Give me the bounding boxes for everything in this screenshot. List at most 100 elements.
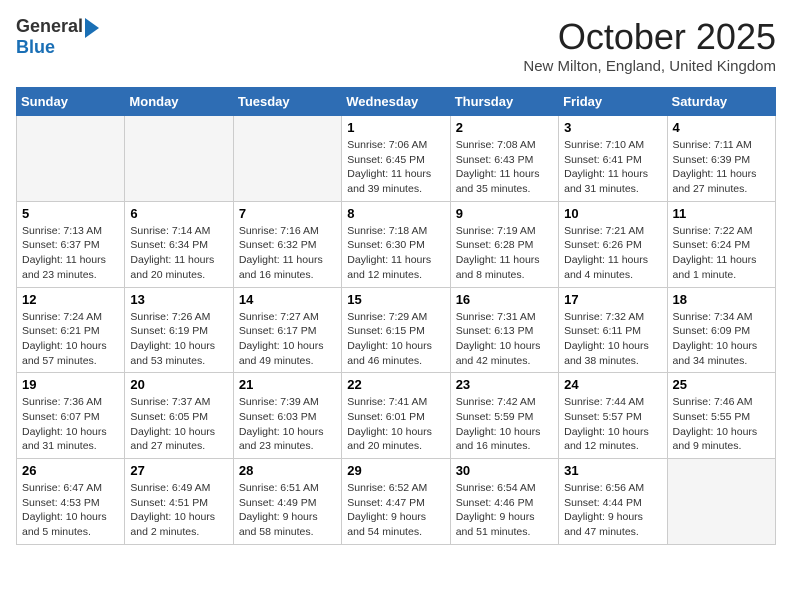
day-info: Sunrise: 7:46 AM Sunset: 5:55 PM Dayligh… [673,395,770,454]
calendar-cell [667,459,775,545]
logo: General Blue [16,16,99,58]
calendar-table: SundayMondayTuesdayWednesdayThursdayFrid… [16,87,776,545]
calendar-cell: 22 Sunrise: 7:41 AM Sunset: 6:01 PM Dayli… [342,373,450,459]
calendar-week-row: 5 Sunrise: 7:13 AM Sunset: 6:37 PM Daylig… [17,201,776,287]
location: New Milton, England, United Kingdom [523,58,776,75]
day-info: Sunrise: 7:41 AM Sunset: 6:01 PM Dayligh… [347,395,444,454]
calendar-cell: 30 Sunrise: 6:54 AM Sunset: 4:46 PM Dayli… [450,459,558,545]
day-number: 29 [347,463,444,478]
calendar-cell: 14 Sunrise: 7:27 AM Sunset: 6:17 PM Dayli… [233,287,341,373]
calendar-cell: 25 Sunrise: 7:46 AM Sunset: 5:55 PM Dayli… [667,373,775,459]
day-number: 6 [130,206,227,221]
calendar-cell: 17 Sunrise: 7:32 AM Sunset: 6:11 PM Dayli… [559,287,667,373]
calendar-cell: 1 Sunrise: 7:06 AM Sunset: 6:45 PM Daylig… [342,116,450,202]
calendar-cell: 26 Sunrise: 6:47 AM Sunset: 4:53 PM Dayli… [17,459,125,545]
day-number: 3 [564,120,661,135]
month-title: October 2025 [523,16,776,58]
day-number: 4 [673,120,770,135]
day-info: Sunrise: 7:27 AM Sunset: 6:17 PM Dayligh… [239,310,336,369]
calendar-cell: 18Sunrise: 7:34 AM Sunset: 6:09 PM Dayli… [667,287,775,373]
day-info: Sunrise: 7:13 AM Sunset: 6:37 PM Dayligh… [22,224,119,283]
day-number: 25 [673,377,770,392]
day-info: Sunrise: 7:36 AM Sunset: 6:07 PM Dayligh… [22,395,119,454]
day-info: Sunrise: 7:11 AM Sunset: 6:39 PM Dayligh… [673,138,770,197]
day-info: Sunrise: 7:44 AM Sunset: 5:57 PM Dayligh… [564,395,661,454]
day-info: Sunrise: 7:16 AM Sunset: 6:32 PM Dayligh… [239,224,336,283]
calendar-week-row: 12Sunrise: 7:24 AM Sunset: 6:21 PM Dayli… [17,287,776,373]
calendar-header-row: SundayMondayTuesdayWednesdayThursdayFrid… [17,88,776,116]
day-info: Sunrise: 7:37 AM Sunset: 6:05 PM Dayligh… [130,395,227,454]
day-info: Sunrise: 6:56 AM Sunset: 4:44 PM Dayligh… [564,481,661,540]
day-info: Sunrise: 7:32 AM Sunset: 6:11 PM Dayligh… [564,310,661,369]
day-info: Sunrise: 7:26 AM Sunset: 6:19 PM Dayligh… [130,310,227,369]
calendar-cell: 9 Sunrise: 7:19 AM Sunset: 6:28 PM Daylig… [450,201,558,287]
day-info: Sunrise: 6:54 AM Sunset: 4:46 PM Dayligh… [456,481,553,540]
calendar-cell: 23Sunrise: 7:42 AM Sunset: 5:59 PM Dayli… [450,373,558,459]
calendar-cell: 15 Sunrise: 7:29 AM Sunset: 6:15 PM Dayli… [342,287,450,373]
day-info: Sunrise: 7:14 AM Sunset: 6:34 PM Dayligh… [130,224,227,283]
day-of-week-header: Wednesday [342,88,450,116]
calendar-cell [233,116,341,202]
calendar-week-row: 26 Sunrise: 6:47 AM Sunset: 4:53 PM Dayli… [17,459,776,545]
day-info: Sunrise: 7:24 AM Sunset: 6:21 PM Dayligh… [22,310,119,369]
day-info: Sunrise: 7:06 AM Sunset: 6:45 PM Dayligh… [347,138,444,197]
day-info: Sunrise: 7:18 AM Sunset: 6:30 PM Dayligh… [347,224,444,283]
calendar-cell: 12Sunrise: 7:24 AM Sunset: 6:21 PM Dayli… [17,287,125,373]
day-number: 7 [239,206,336,221]
day-info: Sunrise: 6:52 AM Sunset: 4:47 PM Dayligh… [347,481,444,540]
calendar-cell: 28 Sunrise: 6:51 AM Sunset: 4:49 PM Dayli… [233,459,341,545]
logo-arrow-icon [85,18,99,38]
logo-blue: Blue [16,38,55,58]
day-of-week-header: Sunday [17,88,125,116]
day-number: 26 [22,463,119,478]
day-number: 17 [564,292,661,307]
day-number: 14 [239,292,336,307]
day-info: Sunrise: 7:39 AM Sunset: 6:03 PM Dayligh… [239,395,336,454]
day-number: 23 [456,377,553,392]
day-number: 15 [347,292,444,307]
calendar-week-row: 19Sunrise: 7:36 AM Sunset: 6:07 PM Dayli… [17,373,776,459]
day-of-week-header: Saturday [667,88,775,116]
title-block: October 2025 New Milton, England, United… [523,16,776,75]
day-number: 28 [239,463,336,478]
day-number: 31 [564,463,661,478]
day-number: 11 [673,206,770,221]
calendar-cell: 21Sunrise: 7:39 AM Sunset: 6:03 PM Dayli… [233,373,341,459]
day-number: 24 [564,377,661,392]
day-number: 20 [130,377,227,392]
calendar-cell: 7 Sunrise: 7:16 AM Sunset: 6:32 PM Daylig… [233,201,341,287]
calendar-cell [125,116,233,202]
day-info: Sunrise: 7:22 AM Sunset: 6:24 PM Dayligh… [673,224,770,283]
calendar-cell: 29 Sunrise: 6:52 AM Sunset: 4:47 PM Dayli… [342,459,450,545]
calendar-cell: 20 Sunrise: 7:37 AM Sunset: 6:05 PM Dayli… [125,373,233,459]
day-number: 5 [22,206,119,221]
day-info: Sunrise: 7:21 AM Sunset: 6:26 PM Dayligh… [564,224,661,283]
logo-general: General [16,17,83,37]
day-of-week-header: Thursday [450,88,558,116]
day-of-week-header: Tuesday [233,88,341,116]
day-info: Sunrise: 6:47 AM Sunset: 4:53 PM Dayligh… [22,481,119,540]
day-number: 8 [347,206,444,221]
day-info: Sunrise: 7:31 AM Sunset: 6:13 PM Dayligh… [456,310,553,369]
day-info: Sunrise: 6:51 AM Sunset: 4:49 PM Dayligh… [239,481,336,540]
day-number: 27 [130,463,227,478]
day-info: Sunrise: 6:49 AM Sunset: 4:51 PM Dayligh… [130,481,227,540]
day-info: Sunrise: 7:08 AM Sunset: 6:43 PM Dayligh… [456,138,553,197]
day-number: 16 [456,292,553,307]
calendar-cell: 16 Sunrise: 7:31 AM Sunset: 6:13 PM Dayli… [450,287,558,373]
day-number: 30 [456,463,553,478]
calendar-cell: 3Sunrise: 7:10 AM Sunset: 6:41 PM Daylig… [559,116,667,202]
calendar-cell: 11 Sunrise: 7:22 AM Sunset: 6:24 PM Dayli… [667,201,775,287]
day-number: 9 [456,206,553,221]
day-number: 1 [347,120,444,135]
day-of-week-header: Friday [559,88,667,116]
calendar-cell: 6 Sunrise: 7:14 AM Sunset: 6:34 PM Daylig… [125,201,233,287]
day-info: Sunrise: 7:34 AM Sunset: 6:09 PM Dayligh… [673,310,770,369]
calendar-cell: 8 Sunrise: 7:18 AM Sunset: 6:30 PM Daylig… [342,201,450,287]
day-number: 10 [564,206,661,221]
day-info: Sunrise: 7:29 AM Sunset: 6:15 PM Dayligh… [347,310,444,369]
day-number: 22 [347,377,444,392]
calendar-cell [17,116,125,202]
calendar-cell: 4 Sunrise: 7:11 AM Sunset: 6:39 PM Daylig… [667,116,775,202]
day-info: Sunrise: 7:19 AM Sunset: 6:28 PM Dayligh… [456,224,553,283]
